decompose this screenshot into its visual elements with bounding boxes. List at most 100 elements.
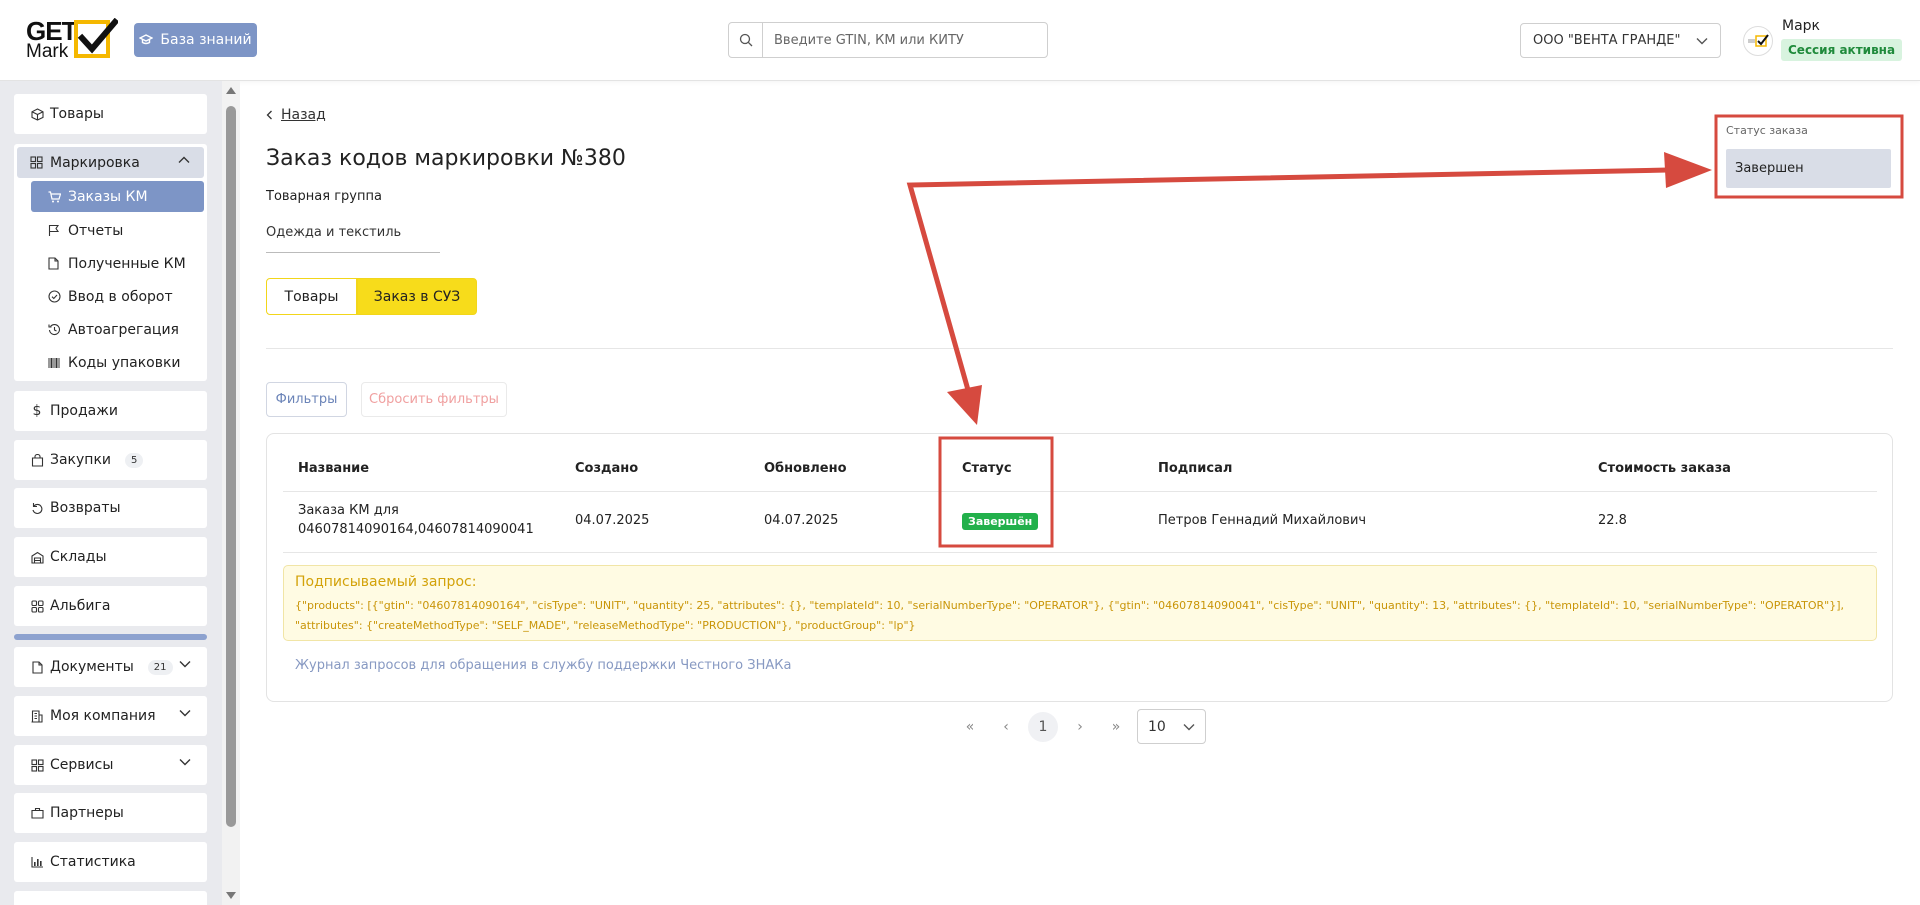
chevron-down-icon xyxy=(1696,37,1708,44)
sidebar-item-label: Товары xyxy=(50,106,104,122)
sidebar-item-documents[interactable]: Документы 21 xyxy=(14,647,207,687)
sidebar-subitem-km-orders[interactable]: Заказы КМ xyxy=(31,181,204,212)
scrollbar-thumb[interactable] xyxy=(226,106,236,827)
briefcase-icon xyxy=(30,807,44,819)
sidebar-item-warehouses[interactable]: Склады xyxy=(14,537,207,577)
sidebar-subitem-label: Автоагрегация xyxy=(68,321,179,338)
sidebar-subitem-circulation[interactable]: Ввод в оборот xyxy=(31,281,204,312)
file-icon xyxy=(48,257,61,270)
reset-filters-button[interactable]: Сбросить фильтры xyxy=(361,382,507,417)
section-divider xyxy=(266,348,1893,349)
sidebar-item-label: Сервисы xyxy=(50,757,114,773)
filters-button[interactable]: Фильтры xyxy=(266,382,347,417)
user-name[interactable]: Марк xyxy=(1782,18,1820,34)
sidebar-item-services[interactable]: Сервисы xyxy=(14,745,207,785)
column-header-signed-by[interactable]: Подписал xyxy=(1158,461,1232,476)
sidebar-item-sales[interactable]: $ Продажи xyxy=(14,391,207,431)
chevron-left-icon xyxy=(266,110,272,120)
sidebar-item-statistics[interactable]: Статистика xyxy=(14,842,207,882)
session-status-badge: Сессия активна xyxy=(1781,39,1903,61)
sidebar-item-label: Маркировка xyxy=(50,154,140,171)
getmark-logo[interactable]: GET Mark xyxy=(26,18,118,64)
signed-request-box: Подписываемый запрос: {"products": [{"gt… xyxy=(283,565,1877,641)
logo-check-icon xyxy=(74,18,118,58)
tab-goods[interactable]: Товары xyxy=(266,278,357,315)
pagination-prev-button[interactable]: ‹ xyxy=(991,712,1021,742)
sidebar-item-label: Закупки xyxy=(50,452,112,468)
sidebar-item-returns[interactable]: Возвраты xyxy=(14,488,207,528)
sidebar-item-albiga[interactable]: Альбига xyxy=(14,586,207,626)
sidebar-group-marking: Маркировка Заказы КМ Отчеты Полученные К… xyxy=(14,144,207,381)
top-header: GET Mark База знаний ООО "ВЕНТА ГРАНДЕ" … xyxy=(0,0,1920,81)
back-link-label: Назад xyxy=(281,107,326,123)
avatar-logo-icon xyxy=(1748,34,1769,47)
sidebar-item-label: Статистика xyxy=(50,854,136,870)
chevron-down-icon xyxy=(1183,723,1195,730)
sidebar-item-more[interactable] xyxy=(14,891,207,905)
sidebar-item-label: Документы xyxy=(50,659,134,675)
signed-request-body: {"products": [{"gtin": "04607814090164",… xyxy=(295,599,1845,632)
pagination-last-button[interactable]: » xyxy=(1101,712,1131,742)
pagination-next-button[interactable]: › xyxy=(1065,712,1095,742)
sidebar-subitem-autoaggregation[interactable]: Автоагрегация xyxy=(31,314,204,345)
check-circle-icon xyxy=(48,290,61,303)
back-link[interactable]: Назад xyxy=(266,107,326,123)
product-group-value: Одежда и текстиль xyxy=(266,220,440,253)
organization-select[interactable]: ООО "ВЕНТА ГРАНДЕ" xyxy=(1520,23,1721,58)
sidebar-subitem-label: Полученные КМ xyxy=(68,255,186,272)
table-cell-updated: 04.07.2025 xyxy=(764,513,839,528)
order-status-label: Статус заказа xyxy=(1726,124,1808,137)
per-page-select[interactable]: 10 xyxy=(1137,709,1206,744)
order-name-line1: Заказа КМ для xyxy=(298,503,399,518)
scroll-up-arrow-icon[interactable] xyxy=(226,87,236,94)
table-cell-cost: 22.8 xyxy=(1598,513,1627,528)
table-cell-name: Заказа КМ для 04607814090164,04607814090… xyxy=(298,501,534,539)
page-title: Заказ кодов маркировки №380 xyxy=(266,146,626,171)
scroll-down-arrow-icon[interactable] xyxy=(226,892,236,899)
pagination-current-page[interactable]: 1 xyxy=(1028,712,1058,742)
sidebar-subitem-package-codes[interactable]: Коды упаковки xyxy=(31,347,204,378)
search-input[interactable] xyxy=(763,23,1047,57)
column-header-cost[interactable]: Стоимость заказа xyxy=(1598,461,1731,476)
pagination-first-button[interactable]: « xyxy=(955,712,985,742)
chevron-down-icon xyxy=(179,759,191,766)
warehouse-icon xyxy=(30,551,44,564)
sidebar-subitem-received-km[interactable]: Полученные КМ xyxy=(31,248,204,279)
column-header-status[interactable]: Статус xyxy=(962,461,1012,476)
sidebar-item-marking[interactable]: Маркировка xyxy=(17,147,204,178)
sidebar-subitem-reports[interactable]: Отчеты xyxy=(31,215,204,246)
sidebar-subitem-label: Заказы КМ xyxy=(68,188,148,205)
knowledge-base-button[interactable]: База знаний xyxy=(134,23,257,57)
sidebar: Товары Маркировка Заказы КМ Отчеты Получ… xyxy=(0,81,222,905)
dollar-icon: $ xyxy=(32,403,42,419)
cart-icon xyxy=(48,190,61,203)
chevron-down-icon xyxy=(179,661,191,668)
column-header-updated[interactable]: Обновлено xyxy=(764,461,847,476)
table-row-divider xyxy=(283,552,1877,553)
search-icon[interactable] xyxy=(729,23,763,57)
avatar[interactable] xyxy=(1743,26,1773,56)
order-status-panel: Статус заказа Завершен xyxy=(1724,119,1892,189)
sidebar-item-label: Склады xyxy=(50,549,107,565)
column-header-name[interactable]: Название xyxy=(298,461,369,476)
sidebar-subitem-label: Отчеты xyxy=(68,222,124,239)
sidebar-item-label: Продажи xyxy=(50,403,118,419)
column-header-created[interactable]: Создано xyxy=(575,461,638,476)
sidebar-item-purchases[interactable]: Закупки 5 xyxy=(14,440,207,480)
tab-suz-order[interactable]: Заказ в СУЗ xyxy=(357,278,477,315)
bag-icon xyxy=(30,453,44,467)
content-tabs: Товары Заказ в СУЗ xyxy=(266,278,477,315)
return-icon xyxy=(30,502,44,515)
sidebar-item-goods[interactable]: Товары xyxy=(14,94,207,134)
sidebar-subitem-label: Ввод в оборот xyxy=(68,288,173,305)
grid-icon xyxy=(30,156,44,169)
sidebar-item-partners[interactable]: Партнеры xyxy=(14,793,207,833)
documents-count-badge: 21 xyxy=(147,659,173,675)
support-journal-link[interactable]: Журнал запросов для обращения в службу п… xyxy=(295,658,791,673)
chevron-down-icon xyxy=(179,710,191,717)
sidebar-item-my-company[interactable]: Моя компания xyxy=(14,696,207,736)
sidebar-scrollbar[interactable] xyxy=(222,81,240,905)
signed-request-title: Подписываемый запрос: xyxy=(295,574,477,590)
grid-icon xyxy=(30,758,44,772)
status-badge: Завершён xyxy=(962,513,1039,530)
